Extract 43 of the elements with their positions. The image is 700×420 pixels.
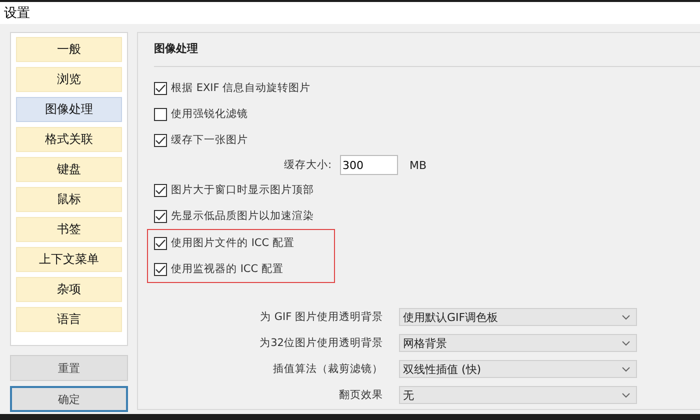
chevron-down-icon xyxy=(622,314,630,320)
window-title: 设置 xyxy=(4,5,30,22)
field-label: 缓存大小: xyxy=(284,158,332,172)
dropdown-label: 为32位图片使用透明背景 xyxy=(258,336,383,350)
sidebar-item[interactable]: 格式关联 xyxy=(16,127,122,152)
dropdown[interactable]: 双线性插值 (快) xyxy=(399,360,637,378)
checkbox-label: 缓存下一张图片 xyxy=(171,133,248,147)
checkbox-label: 使用监视器的 ICC 配置 xyxy=(171,262,284,276)
checkbox-label: 根据 EXIF 信息自动旋转图片 xyxy=(171,81,311,95)
chevron-down-icon xyxy=(622,366,630,372)
number-field[interactable]: 300 xyxy=(340,155,398,175)
checkbox[interactable] xyxy=(154,134,167,146)
checkbox-label: 先显示低品质图片以加速渲染 xyxy=(171,209,314,223)
sidebar-item[interactable]: 上下文菜单 xyxy=(16,247,122,272)
dropdown[interactable]: 使用默认GIF调色板 xyxy=(399,308,637,326)
dropdown-label: 翻页效果 xyxy=(338,388,383,402)
dropdown[interactable]: 无 xyxy=(399,386,637,404)
checkbox-label: 使用图片文件的 ICC 配置 xyxy=(171,236,294,250)
sidebar-item[interactable]: 鼠标 xyxy=(16,187,122,212)
checkbox[interactable] xyxy=(154,210,167,222)
sidebar-item[interactable]: 一般 xyxy=(16,37,122,62)
checkbox[interactable] xyxy=(154,82,167,94)
dropdown-label: 插值算法（裁剪滤镜） xyxy=(272,362,383,376)
chevron-down-icon xyxy=(622,340,630,346)
dialog-button[interactable]: 确定 xyxy=(10,386,128,412)
sidebar-item[interactable]: 杂项 xyxy=(16,277,122,302)
unit-label: MB xyxy=(410,158,427,172)
sidebar-item[interactable]: 浏览 xyxy=(16,67,122,92)
checkbox-label: 使用强锐化滤镜 xyxy=(171,107,248,121)
checkbox[interactable] xyxy=(154,262,167,276)
sidebar-item[interactable]: 图像处理 xyxy=(16,97,122,122)
dropdown[interactable]: 网格背景 xyxy=(399,334,637,352)
checkbox[interactable] xyxy=(154,108,167,120)
checkbox[interactable] xyxy=(154,236,167,250)
dropdown-label: 为 GIF 图片使用透明背景 xyxy=(259,310,383,324)
checkbox[interactable] xyxy=(154,184,167,196)
sidebar-item[interactable]: 键盘 xyxy=(16,157,122,182)
section-heading: 图像处理 xyxy=(154,41,700,67)
checkbox-label: 图片大于窗口时显示图片顶部 xyxy=(171,183,314,197)
sidebar-item[interactable]: 语言 xyxy=(16,307,122,332)
sidebar-item[interactable]: 书签 xyxy=(16,217,122,242)
dialog-button[interactable]: 重置 xyxy=(10,355,128,381)
chevron-down-icon xyxy=(622,392,630,398)
